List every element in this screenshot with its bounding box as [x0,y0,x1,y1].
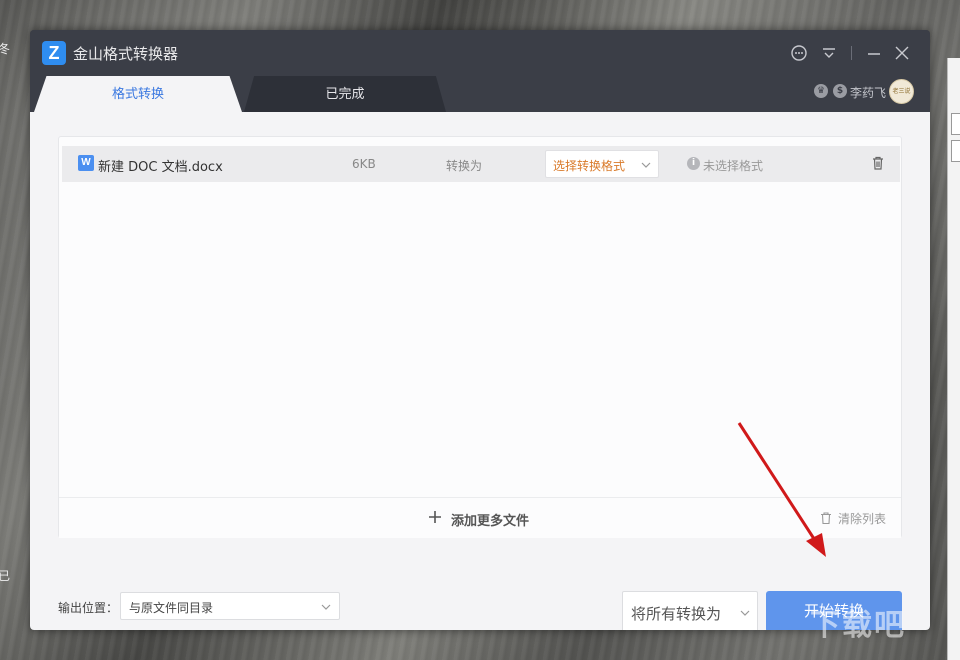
convert-all-select[interactable]: 将所有转换为 [622,591,758,630]
user-name[interactable]: 李药飞 [850,84,886,101]
file-name: 新建 DOC 文档.docx [98,160,223,175]
plus-icon [427,509,443,525]
file-list-footer: 添加更多文件 清除列表 [59,497,901,538]
delete-file-icon[interactable] [870,155,886,171]
close-icon[interactable] [891,42,913,64]
tab-completed[interactable]: 已完成 [244,76,446,112]
titlebar-divider [851,46,852,60]
convert-all-label: 将所有转换为 [631,605,722,623]
titlebar: Z 金山格式转换器 格式转换 已完成 ♛ $ 李药飞 老三说金钱的 [30,30,930,112]
minimize-icon[interactable] [863,42,885,64]
chevron-down-icon [639,157,653,171]
main-content: W 新建 DOC 文档.docx 6KB 转换为 选择转换格式 i 未选择格式 [30,112,930,630]
output-location-select[interactable]: 与原文件同目录 [120,592,340,620]
coin-icon[interactable]: $ [833,84,847,98]
format-select-dropdown[interactable]: 选择转换格式 [545,150,659,178]
clear-list-label: 清除列表 [838,512,887,526]
format-status: 未选择格式 [703,159,764,173]
chevron-down-icon [738,605,752,619]
file-row[interactable]: W 新建 DOC 文档.docx 6KB 转换为 选择转换格式 i 未选择格式 [62,146,900,182]
vip-crown-icon[interactable]: ♛ [814,84,828,98]
background-window [947,58,960,660]
watermark: 下载吧 [810,608,906,643]
info-icon: i [687,157,700,170]
format-select-value: 选择转换格式 [553,159,626,173]
background-window-control [951,113,960,135]
chevron-down-icon [319,599,333,613]
file-size: 6KB [352,157,376,171]
app-title: 金山格式转换器 [73,45,179,63]
tab-format-convert[interactable]: 格式转换 [34,76,242,112]
trash-icon [819,510,833,525]
desktop-icon-label: 已 [0,569,11,583]
word-doc-icon: W [78,155,94,171]
desktop-icon-label: 冬 [0,42,11,56]
output-location-label: 输出位置： [58,601,119,615]
menu-icon[interactable] [818,42,840,64]
avatar[interactable]: 老三说金钱的 [889,79,914,104]
add-more-files-label: 添加更多文件 [451,514,530,529]
app-logo-icon: Z [42,41,66,65]
feedback-icon[interactable] [788,42,810,64]
background-window-control [951,140,960,162]
app-window: Z 金山格式转换器 格式转换 已完成 ♛ $ 李药飞 老三说金钱的 W 新建 D… [30,30,930,630]
output-location-value: 与原文件同目录 [129,601,214,615]
convert-to-label: 转换为 [446,159,483,173]
file-list-panel: W 新建 DOC 文档.docx 6KB 转换为 选择转换格式 i 未选择格式 [58,136,902,538]
